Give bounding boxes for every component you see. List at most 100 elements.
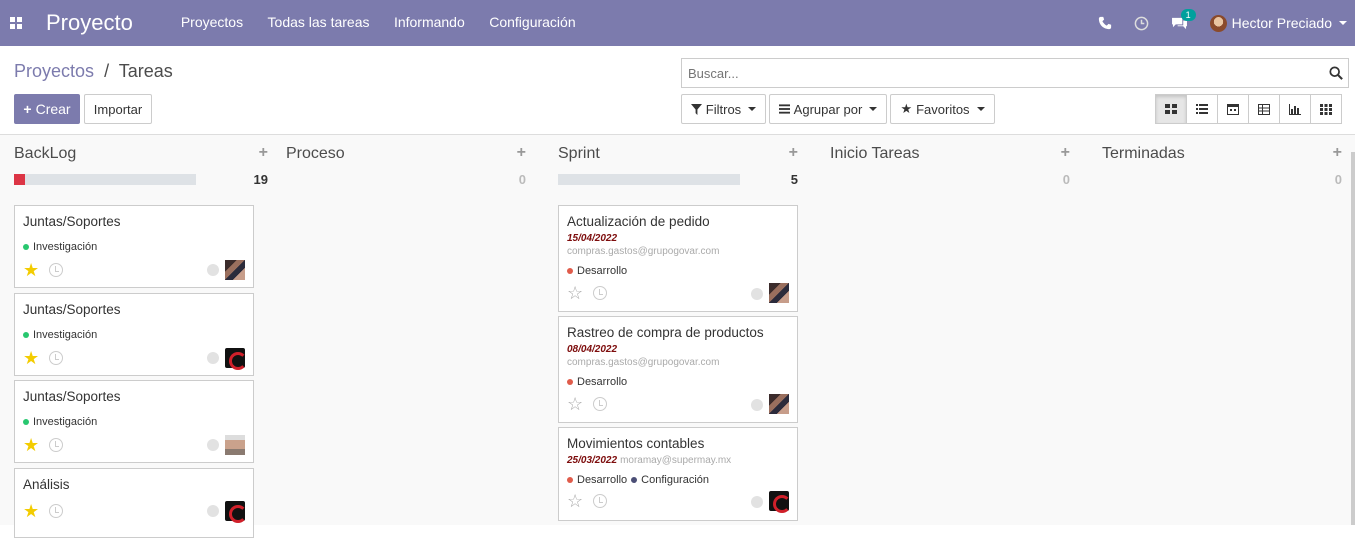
column-count: 0 [1062,172,1070,187]
kanban-card[interactable]: Análisis ★ [14,468,254,538]
column-progress-bar[interactable] [14,174,196,185]
group-by-label: Agrupar por [793,101,863,117]
column-title[interactable]: BackLog [14,145,76,163]
status-dot[interactable] [207,352,219,364]
tag-label: Desarrollo [577,265,628,277]
column-title[interactable]: Sprint [558,145,600,163]
tag-color-dot [567,477,573,483]
clock-icon[interactable] [49,438,63,452]
menu-configuracion[interactable]: Configuración [489,14,575,30]
card-title: Juntas/Soportes [23,214,121,229]
card-deadline: 08/04/2022 [567,344,618,355]
favorites-button[interactable]: ★ Favoritos [890,94,995,124]
pivot-view-button[interactable] [1248,94,1280,124]
column-title[interactable]: Proceso [286,145,345,163]
apps-grid-icon [10,17,22,29]
tag-label: Investigación [33,329,98,341]
star-outline-icon[interactable]: ☆ [567,492,583,510]
menu-proyectos[interactable]: Proyectos [181,14,243,30]
column-count: 0 [518,172,526,187]
column-proceso: Proceso + 0 [286,135,526,525]
status-dot[interactable] [207,264,219,276]
status-dot[interactable] [751,288,763,300]
apps-menu-button[interactable] [0,0,28,46]
star-icon: ★ [900,101,913,116]
column-title[interactable]: Inicio Tareas [830,145,920,163]
tag-color-dot [631,477,638,483]
clock-icon[interactable] [49,504,63,518]
kanban-card[interactable]: Juntas/Soportes Investigación ★ [14,380,254,463]
menu-informando[interactable]: Informando [394,14,465,30]
star-outline-icon[interactable]: ☆ [567,284,583,302]
deadline-date: 25/03/2022 [567,455,618,466]
create-label: Crear [35,101,71,117]
add-card-plus-icon[interactable]: + [1333,144,1342,162]
kanban-card[interactable]: Movimientos contables 25/03/2022 moramay@… [558,427,798,521]
search-input[interactable] [682,59,1324,87]
clock-icon[interactable] [593,397,607,411]
search-box [681,58,1349,88]
filters-button[interactable]: Filtros [681,94,766,124]
card-title: Juntas/Soportes [23,302,121,317]
activity-clock-icon[interactable] [1134,16,1149,31]
star-icon[interactable]: ★ [23,261,39,279]
column-backlog: BackLog + 19 Juntas/Soportes Investigaci… [14,135,268,538]
grid-icon [1320,103,1332,115]
kanban-card[interactable]: Actualización de pedido 15/04/2022 compr… [558,205,798,312]
group-by-button[interactable]: Agrupar por [769,94,887,124]
kanban-view-button[interactable] [1155,94,1187,124]
add-card-plus-icon[interactable]: + [517,144,526,162]
tag-label: Desarrollo [577,376,628,388]
column-progress-bar[interactable] [558,174,740,185]
clock-icon[interactable] [49,351,63,365]
scrollbar[interactable] [1351,152,1355,525]
bars-icon [778,104,790,114]
card-tag: Desarrollo [567,376,627,388]
status-dot[interactable] [207,505,219,517]
status-dot[interactable] [751,496,763,508]
star-icon[interactable]: ★ [23,502,39,520]
add-card-plus-icon[interactable]: + [789,144,798,162]
clock-icon[interactable] [593,286,607,300]
column-inicio-tareas: Inicio Tareas + 0 [830,135,1070,525]
breadcrumb-separator: / [104,61,110,81]
activity-view-button[interactable] [1310,94,1342,124]
breadcrumb-proyectos[interactable]: Proyectos [14,61,94,81]
avatar [769,394,789,414]
tag-label: Investigación [33,416,98,428]
app-brand[interactable]: Proyecto [46,10,133,36]
column-title[interactable]: Terminadas [1102,145,1185,163]
column-terminadas: Terminadas + 0 [1102,135,1342,525]
messages-icon[interactable]: 1 [1171,9,1196,30]
card-title: Juntas/Soportes [23,389,121,404]
search-icon[interactable] [1324,66,1348,80]
kanban-board: BackLog + 19 Juntas/Soportes Investigaci… [0,135,1355,538]
star-icon[interactable]: ★ [23,436,39,454]
clock-icon[interactable] [593,494,607,508]
graph-view-button[interactable] [1279,94,1311,124]
menu-todas-tareas[interactable]: Todas las tareas [268,14,370,30]
create-button[interactable]: + Crear [14,94,80,124]
star-icon[interactable]: ★ [23,349,39,367]
calendar-icon [1227,104,1239,115]
kanban-card[interactable]: Juntas/Soportes Investigación ★ [14,205,254,288]
bar-chart-icon [1289,103,1301,115]
tag-label: Configuración [641,474,710,486]
import-button[interactable]: Importar [84,94,152,124]
star-outline-icon[interactable]: ☆ [567,395,583,413]
status-dot[interactable] [207,439,219,451]
card-title: Rastreo de compra de productos [567,325,764,340]
clock-icon[interactable] [49,263,63,277]
status-dot[interactable] [751,399,763,411]
list-view-button[interactable] [1186,94,1218,124]
tag-color-dot [23,419,29,425]
table-icon [1258,103,1270,115]
kanban-card[interactable]: Juntas/Soportes Investigación ★ [14,293,254,376]
calendar-view-button[interactable] [1217,94,1249,124]
user-menu[interactable]: Hector Preciado [1209,14,1347,32]
navbar-right: 1 Hector Preciado [1098,9,1355,32]
add-card-plus-icon[interactable]: + [1061,144,1070,162]
phone-icon[interactable] [1098,16,1112,30]
add-card-plus-icon[interactable]: + [259,144,268,162]
kanban-card[interactable]: Rastreo de compra de productos 08/04/202… [558,316,798,423]
